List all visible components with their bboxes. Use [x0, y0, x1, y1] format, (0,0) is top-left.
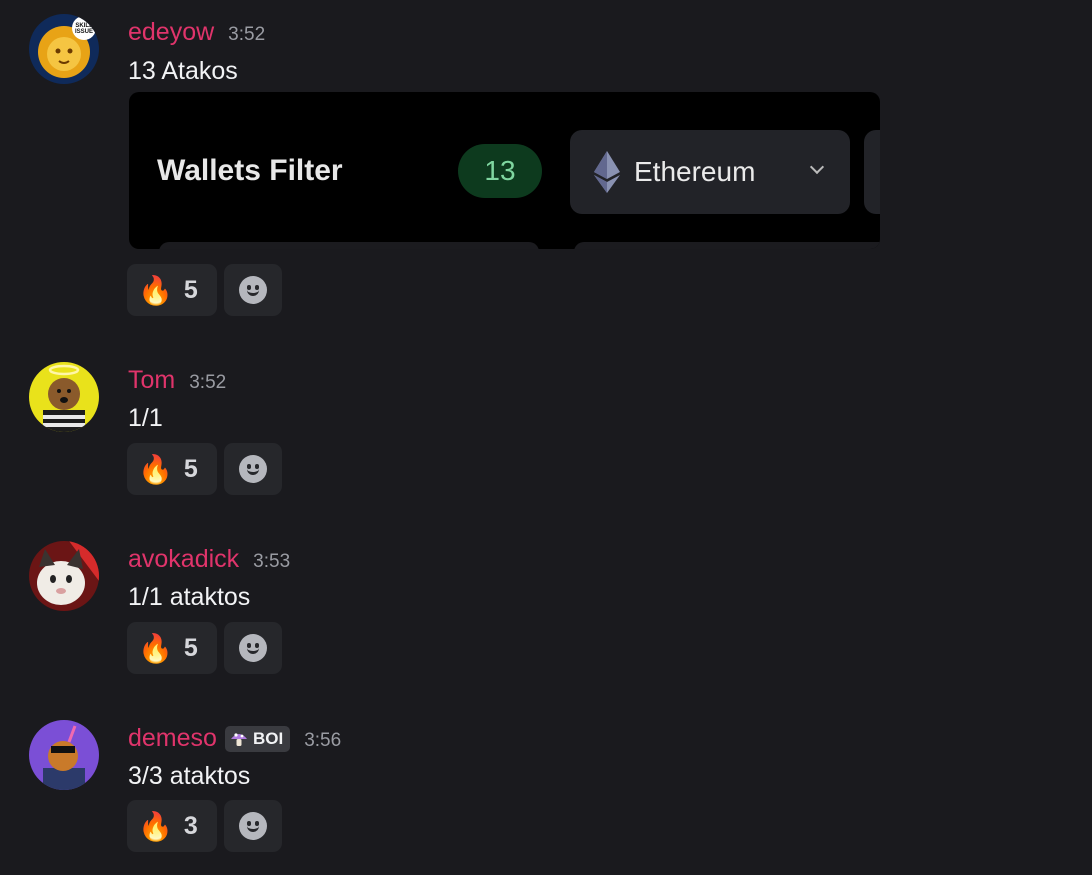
- fire-reaction[interactable]: 🔥 3: [127, 800, 217, 852]
- network-select-label: Ethereum: [634, 156, 756, 187]
- timestamp: 3:52: [228, 24, 266, 45]
- username[interactable]: avokadick: [128, 545, 239, 574]
- timestamp: 3:52: [189, 372, 227, 393]
- message-text: 13 Atakos: [128, 57, 238, 85]
- embed-lower-card: [159, 242, 539, 249]
- fire-icon: 🔥: [138, 274, 173, 306]
- username[interactable]: edeyow: [128, 18, 214, 47]
- fire-reaction[interactable]: 🔥 5: [127, 622, 217, 674]
- username[interactable]: demeso: [128, 724, 217, 753]
- message-text: 1/1 ataktos: [128, 583, 251, 611]
- reaction-count: 3: [183, 811, 198, 840]
- purple-avatar-icon: [29, 720, 99, 790]
- network-select: Ethereum: [570, 130, 850, 214]
- embed-lower-card: [574, 242, 880, 249]
- add-reaction-button[interactable]: [224, 800, 282, 852]
- fire-reaction[interactable]: 🔥 5: [127, 443, 217, 495]
- role-badge-label: BOI: [252, 728, 284, 748]
- message-text: 3/3 ataktos: [128, 762, 251, 790]
- avatar[interactable]: SKILL ISSUE: [29, 14, 99, 84]
- username[interactable]: Tom: [128, 366, 175, 395]
- fire-icon: 🔥: [138, 453, 173, 485]
- avatar[interactable]: [29, 541, 99, 611]
- reaction-count: 5: [183, 454, 198, 483]
- smiley-icon: [239, 634, 267, 662]
- smiley-icon: [239, 276, 267, 304]
- fire-reaction[interactable]: 🔥 5: [127, 264, 217, 316]
- count-badge-value: 13: [484, 155, 516, 186]
- avatar[interactable]: [29, 720, 99, 790]
- skill-issue-badge: SKILL ISSUE: [74, 23, 93, 35]
- message-text: 1/1: [128, 404, 163, 432]
- timestamp: 3:56: [304, 730, 342, 751]
- add-reaction-button[interactable]: [224, 264, 282, 316]
- avatar[interactable]: [29, 362, 99, 432]
- embed-title: Wallets Filter: [157, 154, 343, 187]
- reaction-count: 5: [183, 633, 198, 662]
- cat-avatar-icon: [29, 541, 99, 611]
- fire-icon: 🔥: [138, 632, 173, 664]
- timestamp: 3:53: [253, 551, 291, 572]
- embed-next-card: [864, 130, 880, 214]
- image-embed[interactable]: Wallets Filter 13 Ethereum: [129, 92, 880, 249]
- add-reaction-button[interactable]: [224, 443, 282, 495]
- angel-avatar-icon: [29, 362, 99, 432]
- count-badge: 13: [458, 144, 542, 198]
- chevron-down-icon: [809, 159, 825, 175]
- smiley-icon: [239, 455, 267, 483]
- fire-icon: 🔥: [138, 810, 173, 842]
- role-badge[interactable]: BOI: [224, 725, 291, 752]
- reaction-count: 5: [183, 275, 198, 304]
- add-reaction-button[interactable]: [224, 622, 282, 674]
- ethereum-icon: [594, 151, 620, 193]
- mushroom-icon: [230, 732, 247, 746]
- smiley-icon: [239, 812, 267, 840]
